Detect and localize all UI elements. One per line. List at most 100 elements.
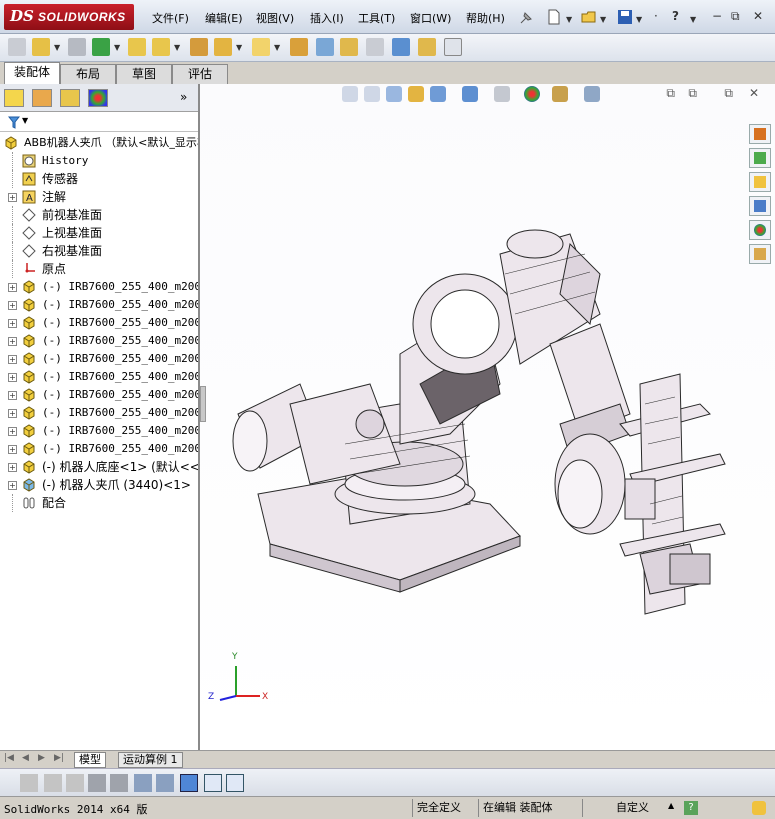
linear-pattern-icon[interactable] [92, 38, 110, 56]
help-status-icon[interactable]: ? [684, 801, 698, 815]
menu-edit[interactable]: 编辑(E) [205, 10, 243, 26]
edit-component-icon[interactable] [8, 38, 26, 56]
assembly-features-icon[interactable] [214, 38, 232, 56]
bill-of-materials-icon[interactable] [316, 38, 334, 56]
filter-bar[interactable]: ▼ [0, 114, 198, 132]
tree-item[interactable]: + (-) IRB7600_255_400_m2000_ [0, 422, 198, 440]
scroll-next-icon[interactable]: ▶ [38, 753, 45, 763]
tree-item[interactable]: 配合 [0, 494, 198, 512]
record-icon[interactable] [20, 774, 38, 792]
open-icon[interactable] [580, 8, 598, 26]
tree-item[interactable]: + (-) IRB7600_255_400_m2000_ [0, 404, 198, 422]
tab-assembly[interactable]: 装配体 [4, 62, 60, 84]
reference-geometry-icon[interactable] [252, 38, 270, 56]
expand-toggle-icon[interactable]: + [8, 355, 17, 364]
menu-insert[interactable]: 插入(I) [310, 10, 344, 26]
tree-item[interactable]: + (-) 机器人底座<1> (默认<< [0, 458, 198, 476]
expand-toggle-icon[interactable]: + [8, 193, 17, 202]
tab-layout[interactable]: 布局 [60, 64, 116, 84]
save-icon[interactable] [616, 8, 634, 26]
wireframe-icon[interactable] [88, 774, 106, 792]
filter-dropdown-icon[interactable]: ▼ [22, 116, 28, 125]
panel-expand-icon[interactable]: » [180, 90, 187, 104]
pattern-dropdown-icon[interactable]: ▼ [114, 43, 120, 52]
tree-item[interactable]: + (-) IRB7600_255_400_m2000_ [0, 350, 198, 368]
pin-icon[interactable] [517, 9, 535, 27]
expand-toggle-icon[interactable]: + [8, 427, 17, 436]
tab-evaluate[interactable]: 评估 [172, 64, 228, 84]
expand-toggle-icon[interactable]: + [8, 337, 17, 346]
display-manager-tab-icon[interactable] [88, 89, 108, 107]
tag-icon[interactable] [752, 801, 766, 815]
units-selector[interactable]: 自定义 [582, 799, 678, 817]
expand-toggle-icon[interactable]: + [8, 319, 17, 328]
tree-item[interactable]: + (-) IRB7600_255_400_m2000_ [0, 368, 198, 386]
insert-components-icon[interactable] [32, 38, 50, 56]
solidworks-logo[interactable]: DS SOLIDWORKS [4, 4, 134, 30]
tree-item[interactable]: History [0, 152, 198, 170]
scroll-last-icon[interactable]: ▶| [54, 753, 64, 763]
clearance-verification-icon[interactable] [418, 38, 436, 56]
exploded-view-icon[interactable] [340, 38, 358, 56]
tree-item[interactable]: + (-) IRB7600_255_400_m2000_ [0, 296, 198, 314]
open-dropdown-icon[interactable]: ▼ [600, 15, 606, 24]
minimize-button[interactable]: − [712, 9, 722, 23]
shaded-edges-icon[interactable] [44, 774, 62, 792]
single-view-icon[interactable] [180, 774, 198, 792]
scroll-first-icon[interactable]: |◀ [4, 753, 14, 763]
help-dropdown-icon[interactable]: ▼ [690, 15, 696, 24]
menu-help[interactable]: 帮助(H) [466, 10, 505, 26]
property-manager-tab-icon[interactable] [32, 89, 52, 107]
perspective-icon[interactable] [134, 774, 152, 792]
four-view-icon[interactable] [226, 774, 244, 792]
reference-dropdown-icon[interactable]: ▼ [274, 43, 280, 52]
tree-item[interactable]: 传感器 [0, 170, 198, 188]
move-dropdown-icon[interactable]: ▼ [174, 43, 180, 52]
instant3d-icon[interactable] [444, 38, 462, 56]
feature-tree-tab-icon[interactable] [4, 89, 24, 107]
tab-motion-study[interactable]: 运动算例 1 [118, 752, 183, 768]
hidden-lines-removed-icon[interactable] [110, 774, 128, 792]
two-view-icon[interactable] [204, 774, 222, 792]
expand-toggle-icon[interactable]: + [8, 283, 17, 292]
new-dropdown-icon[interactable]: ▼ [566, 15, 572, 24]
tree-root[interactable]: ABB机器人夹爪 （默认<默认_显示状态-1>) [0, 134, 198, 152]
smart-fasteners-icon[interactable] [128, 38, 146, 56]
show-hidden-icon[interactable] [190, 38, 208, 56]
tree-item[interactable]: + (-) IRB7600_255_400_m2000_ [0, 440, 198, 458]
expand-toggle-icon[interactable]: + [8, 391, 17, 400]
expand-toggle-icon[interactable]: + [8, 445, 17, 454]
new-document-icon[interactable] [545, 8, 563, 26]
tree-item[interactable]: + A 注解 [0, 188, 198, 206]
expand-toggle-icon[interactable]: + [8, 301, 17, 310]
restore-button[interactable]: ⧉ [731, 9, 740, 24]
tree-item[interactable]: + (-) IRB7600_255_400_m2000_ [0, 278, 198, 296]
menu-tools[interactable]: 工具(T) [358, 10, 395, 26]
scroll-prev-icon[interactable]: ◀ [22, 753, 29, 763]
expand-toggle-icon[interactable]: + [8, 373, 17, 382]
tree-item[interactable]: + (-) IRB7600_255_400_m2000_ [0, 314, 198, 332]
tree-item[interactable]: + (-) 机器人夹爪 (3440)<1> [0, 476, 198, 494]
configuration-manager-tab-icon[interactable] [60, 89, 80, 107]
expand-toggle-icon[interactable]: + [8, 463, 17, 472]
expand-toggle-icon[interactable]: + [8, 409, 17, 418]
interference-detection-icon[interactable] [392, 38, 410, 56]
close-button[interactable]: ✕ [753, 9, 763, 23]
tree-item[interactable]: + (-) IRB7600_255_400_m2000_ [0, 332, 198, 350]
tree-item[interactable]: 右视基准面 [0, 242, 198, 260]
features-dropdown-icon[interactable]: ▼ [236, 43, 242, 52]
more-icon[interactable]: · [654, 9, 658, 23]
graphics-area[interactable]: ⧉ ⧉ ⧉ ✕ Y X Z [200, 84, 775, 750]
tab-sketch[interactable]: 草图 [116, 64, 172, 84]
mate-icon[interactable] [68, 38, 86, 56]
expand-toggle-icon[interactable]: + [8, 481, 17, 490]
save-dropdown-icon[interactable]: ▼ [636, 15, 642, 24]
tree-item[interactable]: 原点 [0, 260, 198, 278]
explode-line-sketch-icon[interactable] [366, 38, 384, 56]
filter-icon[interactable] [8, 116, 20, 129]
insert-dropdown-icon[interactable]: ▼ [54, 43, 60, 52]
tree-item[interactable]: + (-) IRB7600_255_400_m2000_ [0, 386, 198, 404]
tab-model[interactable]: 模型 [74, 752, 106, 768]
hidden-lines-icon[interactable] [66, 774, 84, 792]
menu-window[interactable]: 窗口(W) [410, 10, 451, 26]
